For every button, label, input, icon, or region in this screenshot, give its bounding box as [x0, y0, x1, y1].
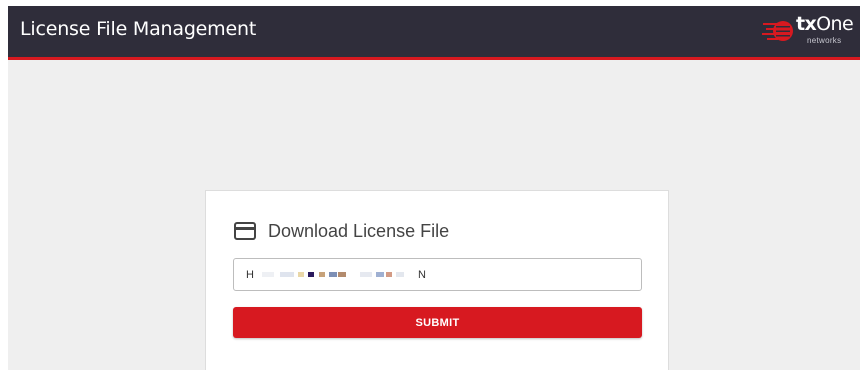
card-header: Download License File — [234, 219, 449, 243]
download-license-card: Download License File H N SUBMIT — [205, 190, 669, 370]
txone-logo: txOne networks — [762, 13, 854, 47]
logo-subtitle: networks — [807, 36, 842, 45]
card-title: Download License File — [268, 220, 450, 241]
submit-button[interactable]: SUBMIT — [233, 307, 642, 338]
input-value-start: H — [246, 268, 254, 281]
header-bar: License File Management txOne networks — [8, 6, 860, 60]
logo-mark-icon — [762, 21, 793, 41]
input-value-end: N — [417, 268, 426, 281]
app-window: License File Management txOne networks D… — [8, 6, 860, 370]
logo-brand-bold: tx — [796, 13, 817, 35]
credit-card-icon — [234, 222, 256, 240]
logo-wordmark: txOne — [796, 13, 854, 35]
license-key-input[interactable]: H N — [233, 258, 642, 291]
page-title: License File Management — [20, 18, 257, 40]
logo-brand-regular: One — [816, 13, 854, 35]
redacted-value — [256, 269, 416, 281]
